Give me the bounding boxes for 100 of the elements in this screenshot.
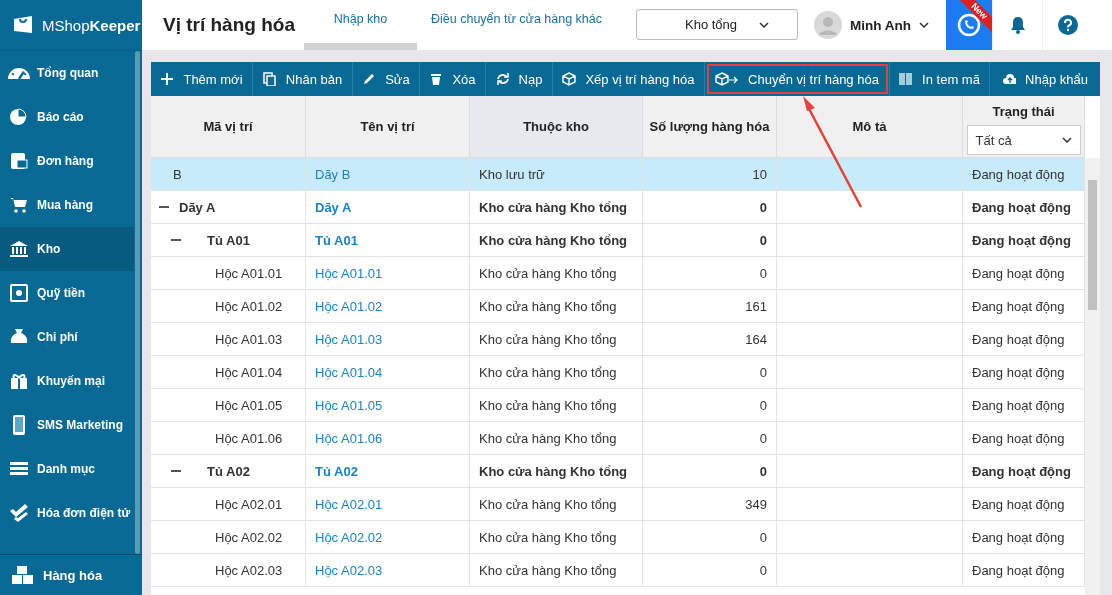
sidebar-item[interactable]: Khuyến mại — [0, 359, 134, 403]
column-header[interactable]: Tên vị trí — [306, 96, 470, 158]
sidebar-item[interactable]: Hóa đơn điện tử — [0, 491, 134, 535]
sidebar-item[interactable]: Kho — [0, 227, 134, 271]
column-header[interactable]: Trạng thái — [992, 104, 1055, 119]
table-cell: Hộc A01.03 — [151, 323, 306, 356]
sidebar-item[interactable]: Tổng quan — [0, 51, 134, 95]
table-cell[interactable]: Hộc A02.01 — [306, 488, 470, 521]
pie-chart-icon — [8, 106, 30, 128]
status-filter-dropdown[interactable]: Tất cả — [966, 125, 1081, 155]
table-cell: Tủ A01 — [151, 224, 306, 257]
table-cell[interactable]: Hộc A01.06 — [306, 422, 470, 455]
page-title: Vị trí hàng hóa — [162, 13, 296, 37]
table-cell: Đang hoạt động — [963, 191, 1085, 224]
table-cell[interactable]: Hộc A01.04 — [306, 356, 470, 389]
table-cell: 349 — [643, 488, 777, 521]
table-cell: Đang hoạt động — [963, 389, 1085, 422]
scrollbar[interactable] — [1085, 158, 1100, 595]
table-cell: 0 — [643, 224, 777, 257]
cube-icon — [562, 72, 577, 86]
table-cell: Kho cửa hàng Kho tổng — [470, 191, 643, 224]
cloud-upload-icon — [1002, 72, 1017, 86]
column-header[interactable]: Mã vị trí — [151, 96, 306, 158]
table-cell: Kho cửa hàng Kho tổng — [470, 224, 643, 257]
table-cell: Đang hoạt động — [963, 455, 1085, 488]
tab[interactable]: Nhập kho — [304, 0, 417, 50]
column-header[interactable]: Mô tả — [777, 96, 963, 158]
table-cell[interactable]: Dãy B — [306, 158, 470, 191]
sidebar-item[interactable]: SMS Marketing — [0, 403, 134, 447]
table-cell[interactable]: Tủ A01 — [306, 224, 470, 257]
table-cell[interactable]: Hộc A02.02 — [306, 521, 470, 554]
table-cell[interactable]: Hộc A02.03 — [306, 554, 470, 587]
avatar-icon — [814, 11, 842, 39]
table-cell: Kho cửa hàng Kho tổng — [470, 488, 643, 521]
toolbar-button[interactable]: Nhập khẩu — [990, 62, 1100, 96]
table-cell: Hộc A01.05 — [151, 389, 306, 422]
app-logo: MShopKeeper — [42, 16, 141, 34]
shopping-bag-icon — [12, 14, 34, 36]
table-cell: Hộc A01.06 — [151, 422, 306, 455]
sidebar-item[interactable]: Quỹ tiền — [0, 271, 134, 315]
table-cell: Hộc A01.04 — [151, 356, 306, 389]
table-cell[interactable]: Hộc A01.02 — [306, 290, 470, 323]
safe-icon — [8, 282, 30, 304]
table-cell: 0 — [643, 356, 777, 389]
table-cell[interactable]: Hộc A01.01 — [306, 257, 470, 290]
table-cell: 0 — [643, 257, 777, 290]
table-cell: Đang hoạt động — [963, 521, 1085, 554]
table-cell: B — [151, 158, 306, 191]
table-cell: Kho cửa hàng Kho tổng — [470, 422, 643, 455]
table-cell: 0 — [643, 521, 777, 554]
help-icon — [1057, 15, 1078, 35]
sidebar-item[interactable]: Báo cáo — [0, 95, 134, 139]
column-header[interactable]: Thuộc kho — [470, 96, 643, 158]
pencil-icon — [362, 72, 377, 86]
user-menu[interactable]: Minh Anh — [814, 0, 932, 50]
table-cell: Đang hoạt động — [963, 224, 1085, 257]
table-cell[interactable]: Hộc A01.03 — [306, 323, 470, 356]
table-cell: 0 — [643, 191, 777, 224]
table-cell: Đang hoạt động — [963, 257, 1085, 290]
sidebar-item[interactable]: Danh mục — [0, 447, 134, 491]
table-cell: 0 — [643, 455, 777, 488]
scrollbar[interactable] — [135, 51, 140, 554]
table-cell: Kho cửa hàng Kho tổng — [470, 356, 643, 389]
plus-icon — [160, 72, 175, 86]
boxes-icon — [11, 564, 33, 586]
chevron-down-icon — [759, 21, 770, 28]
chevron-down-icon — [1061, 137, 1072, 143]
table-cell: Đang hoạt động — [963, 554, 1085, 587]
table-cell: Đang hoạt động — [963, 356, 1085, 389]
trash-icon — [429, 72, 444, 86]
table-cell: Kho cửa hàng Kho tổng — [470, 389, 643, 422]
table-cell: Hộc A01.02 — [151, 290, 306, 323]
table-cell: Kho cửa hàng Kho tổng — [470, 554, 643, 587]
sidebar-item[interactable]: Chi phí — [0, 315, 134, 359]
table-cell: Đang hoạt động — [963, 290, 1085, 323]
table-cell: Hộc A02.03 — [151, 554, 306, 587]
table-cell: Hộc A02.02 — [151, 521, 306, 554]
store-dropdown[interactable]: Kho tổng — [636, 9, 798, 40]
copy-icon — [262, 72, 277, 86]
table-cell: 0 — [643, 389, 777, 422]
refresh-icon — [495, 72, 510, 86]
table-cell: 0 — [643, 422, 777, 455]
sidebar-item[interactable]: Đơn hàng — [0, 139, 134, 183]
table-cell: Kho cửa hàng Kho tổng — [470, 290, 643, 323]
table-cell: Hộc A01.01 — [151, 257, 306, 290]
table-cell[interactable]: Tủ A02 — [306, 455, 470, 488]
table-cell: Kho lưu trữ — [470, 158, 643, 191]
table-cell: Dãy A — [151, 191, 306, 224]
chevron-down-icon — [919, 22, 929, 28]
table-cell: Kho cửa hàng Kho tổng — [470, 257, 643, 290]
tab[interactable]: Điều chuyển từ cửa hàng khác — [417, 0, 616, 50]
column-header[interactable]: Số lượng hàng hóa — [643, 96, 777, 158]
table-cell[interactable]: Dãy A — [306, 191, 470, 224]
sidebar-item[interactable]: Mua hàng — [0, 183, 134, 227]
bell-icon — [1009, 16, 1026, 34]
table-cell: 161 — [643, 290, 777, 323]
toolbar-button[interactable]: Chuyển vị trí hàng hóa — [705, 62, 890, 96]
order-icon — [8, 150, 30, 172]
table-cell: Kho cửa hàng Kho tổng — [470, 455, 643, 488]
table-cell[interactable]: Hộc A01.05 — [306, 389, 470, 422]
